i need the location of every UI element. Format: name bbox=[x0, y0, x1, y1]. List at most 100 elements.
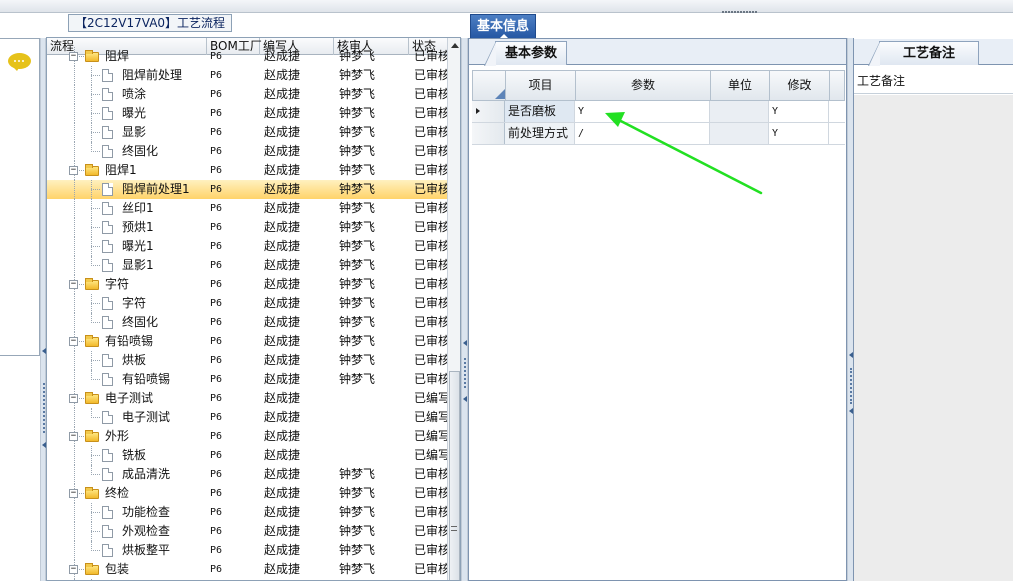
tree-group-row[interactable]: − 包装 P6 赵成捷 钟梦飞 已审核 bbox=[47, 560, 447, 579]
tab-process-notes[interactable]: 工艺备注 bbox=[868, 41, 979, 66]
tree-node[interactable]: − 终检 bbox=[47, 484, 207, 503]
tree-node[interactable]: 曝光1 bbox=[47, 237, 207, 256]
col-header-param[interactable]: 参数 bbox=[576, 71, 711, 100]
tree-node[interactable]: − 电子测试 bbox=[47, 389, 207, 408]
tree-step-row[interactable]: 电子测试 P6 赵成捷 已编写 bbox=[47, 408, 447, 427]
tab-basic-params[interactable]: 基本参数 bbox=[484, 41, 567, 66]
tree-step-row[interactable]: 预烘1 P6 赵成捷 钟梦飞 已审核 bbox=[47, 218, 447, 237]
param-row[interactable]: 是否磨板 Y Y bbox=[472, 101, 845, 123]
tree-node[interactable]: 丝印1 bbox=[47, 199, 207, 218]
col-header-modify[interactable]: 修改 bbox=[770, 71, 830, 100]
tree-node[interactable]: 阻焊前处理 bbox=[47, 66, 207, 85]
tree-step-row[interactable]: 丝印1 P6 赵成捷 钟梦飞 已审核 bbox=[47, 199, 447, 218]
cell-item[interactable]: 前处理方式 bbox=[505, 123, 575, 144]
collapse-icon[interactable]: − bbox=[69, 166, 78, 175]
tree-node[interactable]: − 有铅喷锡 bbox=[47, 332, 207, 351]
tree-node[interactable]: 曝光 bbox=[47, 104, 207, 123]
cell-item[interactable]: 是否磨板 bbox=[505, 101, 575, 122]
collapse-icon[interactable]: − bbox=[69, 52, 78, 61]
chat-bubble-icon[interactable] bbox=[8, 53, 31, 71]
row-header[interactable] bbox=[472, 101, 505, 122]
cell-unit[interactable] bbox=[710, 101, 769, 122]
tree-step-row[interactable]: 终固化 P6 赵成捷 钟梦飞 已审核 bbox=[47, 313, 447, 332]
tree-node[interactable]: 阻焊前处理1 bbox=[47, 180, 207, 199]
scroll-up-icon[interactable] bbox=[451, 43, 459, 48]
collapse-icon[interactable]: − bbox=[69, 565, 78, 574]
tree-step-row[interactable]: 曝光1 P6 赵成捷 钟梦飞 已审核 bbox=[47, 237, 447, 256]
grid-corner bbox=[473, 71, 506, 100]
writer-cell: 赵成捷 bbox=[264, 429, 301, 443]
tree-node[interactable]: 铣板 bbox=[47, 446, 207, 465]
tree-node-label: 阻焊前处理1 bbox=[122, 182, 190, 196]
tree-node[interactable]: 烘板整平 bbox=[47, 541, 207, 560]
param-row[interactable]: 前处理方式 / Y bbox=[472, 123, 845, 145]
tree-connector bbox=[74, 199, 75, 218]
writer-cell: 赵成捷 bbox=[264, 353, 301, 367]
tree-step-row[interactable]: 阻焊前处理 P6 赵成捷 钟梦飞 已审核 bbox=[47, 66, 447, 85]
cell-param[interactable]: / bbox=[575, 123, 710, 144]
tree-node[interactable]: 烘板 bbox=[47, 351, 207, 370]
tree-node[interactable]: 外观检查 bbox=[47, 522, 207, 541]
tree-step-row[interactable]: 曝光 P6 赵成捷 钟梦飞 已审核 bbox=[47, 104, 447, 123]
tree-node[interactable]: 电子测试 bbox=[47, 408, 207, 427]
tree-node[interactable]: 字符 bbox=[47, 294, 207, 313]
tree-node[interactable]: − 字符 bbox=[47, 275, 207, 294]
tree-step-row[interactable]: 阻焊前处理1 P6 赵成捷 钟梦飞 已审核 bbox=[47, 180, 447, 199]
bom-cell: P6 bbox=[210, 507, 223, 518]
collapse-icon[interactable]: − bbox=[69, 489, 78, 498]
tree-node[interactable]: − 阻焊 bbox=[47, 47, 207, 66]
tree-step-row[interactable]: 外观检查 P6 赵成捷 钟梦飞 已审核 bbox=[47, 522, 447, 541]
top-splitter-grip[interactable] bbox=[722, 4, 782, 13]
cell-modify[interactable]: Y bbox=[769, 123, 829, 144]
collapse-icon[interactable]: − bbox=[69, 394, 78, 403]
tree-node[interactable]: 喷涂 bbox=[47, 85, 207, 104]
notes-textarea[interactable] bbox=[854, 95, 1013, 581]
tree-step-row[interactable]: 成品清洗 P6 赵成捷 钟梦飞 已审核 bbox=[47, 465, 447, 484]
tree-node[interactable]: 终固化 bbox=[47, 313, 207, 332]
tree-group-row[interactable]: − 终检 P6 赵成捷 钟梦飞 已审核 bbox=[47, 484, 447, 503]
tree-step-row[interactable]: 字符 P6 赵成捷 钟梦飞 已审核 bbox=[47, 294, 447, 313]
tree-step-row[interactable]: 烘板整平 P6 赵成捷 钟梦飞 已审核 bbox=[47, 541, 447, 560]
middle-splitter[interactable] bbox=[461, 38, 468, 581]
tree-step-row[interactable]: 显影1 P6 赵成捷 钟梦飞 已审核 bbox=[47, 256, 447, 275]
tree-node[interactable]: 有铅喷锡 bbox=[47, 370, 207, 389]
collapse-icon[interactable]: − bbox=[69, 337, 78, 346]
tree-group-row[interactable]: − 外形 P6 赵成捷 已编写 bbox=[47, 427, 447, 446]
tree-node[interactable]: − 阻焊1 bbox=[47, 161, 207, 180]
scrollbar-thumb[interactable] bbox=[449, 371, 460, 580]
collapse-icon[interactable]: − bbox=[69, 280, 78, 289]
cell-param[interactable]: Y bbox=[575, 101, 710, 122]
tree-vertical-scrollbar[interactable] bbox=[447, 38, 460, 580]
folder-icon bbox=[85, 50, 99, 62]
tree-node[interactable]: 预烘1 bbox=[47, 218, 207, 237]
tree-step-row[interactable]: 终固化 P6 赵成捷 钟梦飞 已审核 bbox=[47, 142, 447, 161]
tree-node[interactable]: 显影1 bbox=[47, 256, 207, 275]
tree-node[interactable]: − 外形 bbox=[47, 427, 207, 446]
tree-node[interactable]: − 包装 bbox=[47, 560, 207, 579]
tree-group-row[interactable]: − 电子测试 P6 赵成捷 已编写 bbox=[47, 389, 447, 408]
cell-modify[interactable]: Y bbox=[769, 101, 829, 122]
tree-step-row[interactable]: 铣板 P6 赵成捷 已编写 bbox=[47, 446, 447, 465]
tree-group-row[interactable]: − 有铅喷锡 P6 赵成捷 钟梦飞 已审核 bbox=[47, 332, 447, 351]
col-header-unit[interactable]: 单位 bbox=[711, 71, 770, 100]
tree-connector bbox=[74, 85, 75, 104]
tree-node[interactable]: 显影 bbox=[47, 123, 207, 142]
tree-group-row[interactable]: − 字符 P6 赵成捷 钟梦飞 已审核 bbox=[47, 275, 447, 294]
tree-group-row[interactable]: − 阻焊 P6 赵成捷 钟梦飞 已审核 bbox=[47, 47, 447, 66]
tree-node[interactable]: 功能检查 bbox=[47, 503, 207, 522]
tree-node[interactable]: 终固化 bbox=[47, 142, 207, 161]
tree-connector bbox=[91, 94, 100, 95]
reviewer-cell: 钟梦飞 bbox=[339, 296, 376, 310]
tree-node[interactable]: 成品清洗 bbox=[47, 465, 207, 484]
tree-step-row[interactable]: 喷涂 P6 赵成捷 钟梦飞 已审核 bbox=[47, 85, 447, 104]
col-header-item[interactable]: 项目 bbox=[506, 71, 576, 100]
tree-step-row[interactable]: 有铅喷锡 P6 赵成捷 钟梦飞 已审核 bbox=[47, 370, 447, 389]
tree-step-row[interactable]: 烘板 P6 赵成捷 钟梦飞 已审核 bbox=[47, 351, 447, 370]
collapse-icon[interactable]: − bbox=[69, 432, 78, 441]
tree-step-row[interactable]: 显影 P6 赵成捷 钟梦飞 已审核 bbox=[47, 123, 447, 142]
cell-unit[interactable] bbox=[710, 123, 769, 144]
row-header[interactable] bbox=[472, 123, 505, 144]
writer-cell: 赵成捷 bbox=[264, 201, 301, 215]
tree-step-row[interactable]: 功能检查 P6 赵成捷 钟梦飞 已审核 bbox=[47, 503, 447, 522]
tree-group-row[interactable]: − 阻焊1 P6 赵成捷 钟梦飞 已审核 bbox=[47, 161, 447, 180]
